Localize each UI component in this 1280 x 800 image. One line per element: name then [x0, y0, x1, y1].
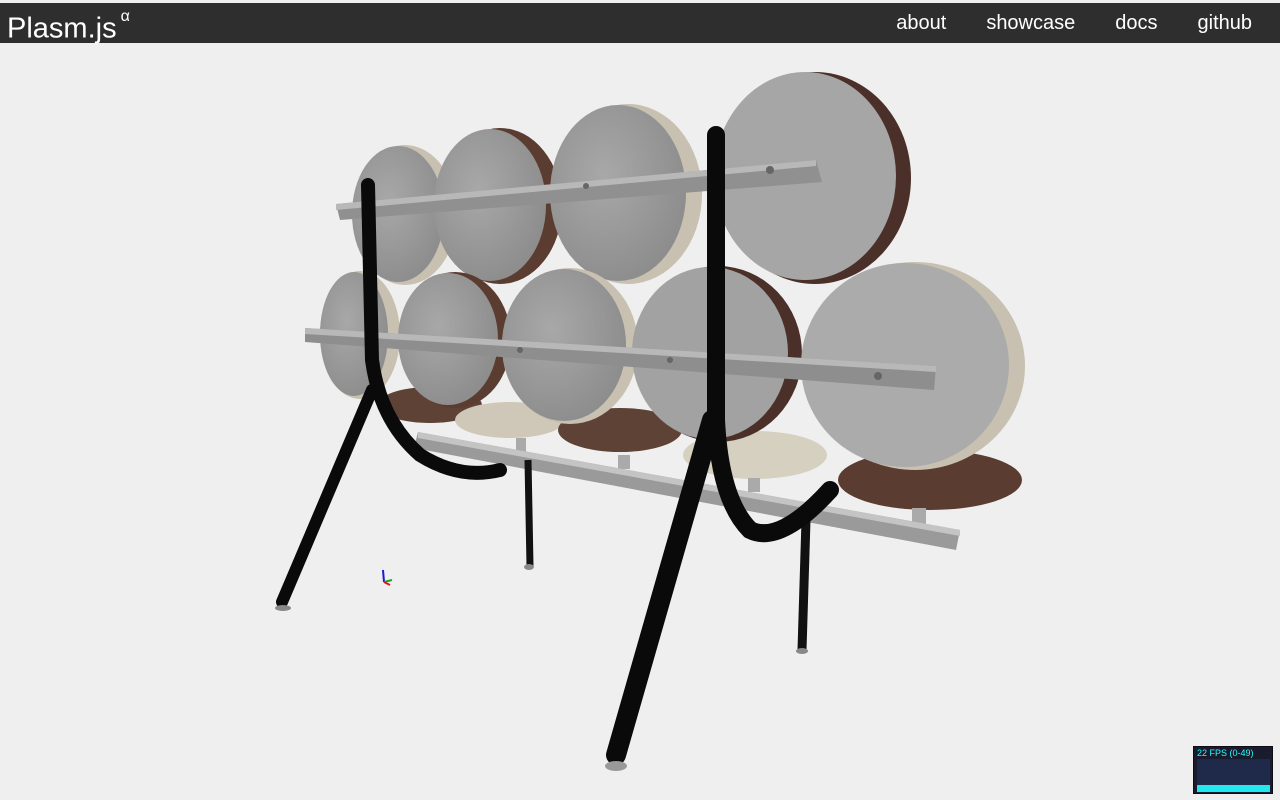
fps-meter[interactable]: 22 FPS (0-49) [1193, 746, 1273, 794]
nav-about[interactable]: about [876, 3, 966, 43]
nav-docs[interactable]: docs [1095, 3, 1177, 43]
top-navbar: Plasm.js α about showcase docs github [0, 3, 1280, 45]
brand-name: Plasm.js [7, 12, 117, 45]
nav-github[interactable]: github [1178, 3, 1273, 43]
back-leg-left [524, 459, 534, 567]
back-leg-right [797, 519, 811, 651]
fps-bar [1197, 784, 1270, 792]
brand-logo[interactable]: Plasm.js α [7, 3, 130, 45]
fps-graph [1197, 759, 1270, 792]
main-nav: about showcase docs github [876, 3, 1272, 43]
axes-gizmo [382, 569, 393, 586]
nav-showcase[interactable]: showcase [966, 3, 1095, 43]
brand-alpha: α [120, 8, 130, 25]
fps-label: 22 FPS (0-49) [1197, 748, 1254, 758]
3d-viewport[interactable] [0, 43, 1280, 800]
